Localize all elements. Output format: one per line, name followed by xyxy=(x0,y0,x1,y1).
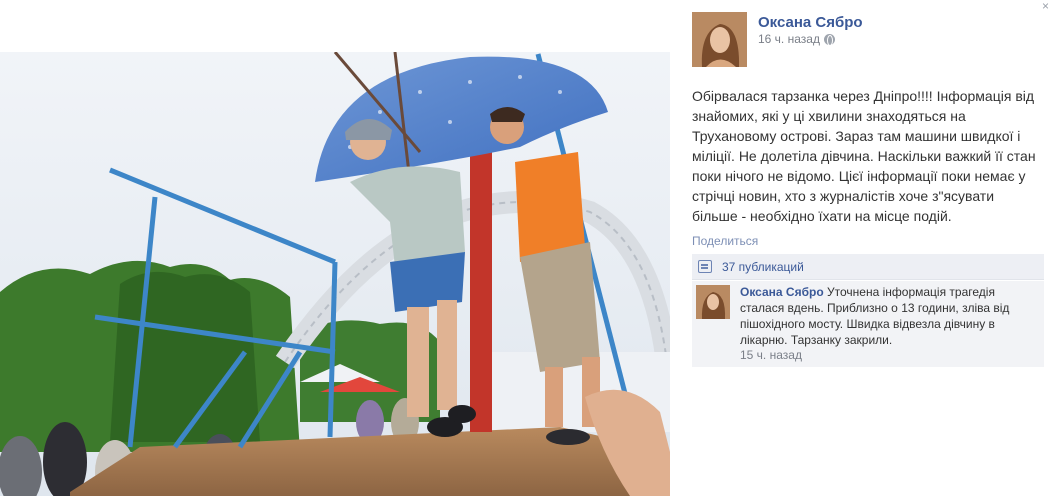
post-sidebar: × Оксана Сябро 16 ч. назад Обірвалася та… xyxy=(692,0,1055,496)
comment-timestamp[interactable]: 15 ч. назад xyxy=(740,348,802,362)
post-text: Обірвалася тарзанка через Дніпро!!!! Інф… xyxy=(692,88,1036,224)
avatar-image xyxy=(692,12,747,67)
shares-icon xyxy=(698,260,712,273)
comment-author-link[interactable]: Оксана Сябро xyxy=(740,285,824,299)
share-link[interactable]: Поделиться xyxy=(692,234,758,248)
comment-item: Оксана Сябро Уточнена інформація трагеді… xyxy=(692,281,1044,367)
comment-avatar-image xyxy=(696,285,730,319)
globe-icon xyxy=(823,33,835,46)
photo-image xyxy=(0,52,670,496)
post-timestamp[interactable]: 16 ч. назад xyxy=(758,32,835,46)
close-icon[interactable]: × xyxy=(1042,0,1049,12)
post-time-text[interactable]: 16 ч. назад xyxy=(758,32,820,46)
author-avatar[interactable] xyxy=(692,12,747,67)
post-photo[interactable] xyxy=(0,52,670,496)
shares-bar[interactable]: 37 публикаций xyxy=(692,254,1044,280)
comment-avatar[interactable] xyxy=(696,285,730,319)
author-name-link[interactable]: Оксана Сябро xyxy=(758,14,863,31)
comment-body: Оксана Сябро Уточнена інформація трагеді… xyxy=(740,284,1040,348)
shares-count-link[interactable]: 37 публикаций xyxy=(722,260,804,274)
